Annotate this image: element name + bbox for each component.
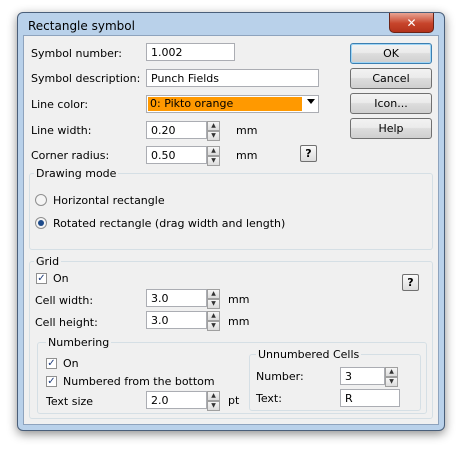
line-color-dropdown[interactable]: 0: Pikto orange	[146, 95, 319, 113]
unnumbered-number-spinner[interactable]: ▲ ▼	[385, 367, 398, 387]
symbol-number-label: Symbol number:	[31, 47, 122, 60]
cell-width-unit: mm	[228, 293, 250, 306]
symbol-number-input[interactable]: 1.002	[146, 43, 235, 61]
corner-radius-spinner[interactable]: ▲ ▼	[207, 146, 220, 166]
corner-radius-label: Corner radius:	[31, 149, 110, 162]
text-size-label: Text size	[46, 395, 94, 408]
help-button[interactable]: Help	[350, 118, 432, 139]
chevron-down-icon	[307, 99, 315, 104]
cell-height-label: Cell height:	[35, 316, 98, 329]
spin-down-icon[interactable]: ▼	[207, 299, 220, 309]
horizontal-rectangle-label[interactable]: Horizontal rectangle	[53, 194, 165, 207]
cell-height-unit: mm	[228, 315, 250, 328]
rotated-rectangle-label[interactable]: Rotated rectangle (drag width and length…	[53, 217, 285, 230]
spin-up-icon[interactable]: ▲	[385, 367, 398, 377]
spin-down-icon[interactable]: ▼	[207, 321, 220, 331]
unnumbered-text-label: Text:	[256, 392, 282, 405]
spin-down-icon[interactable]: ▼	[385, 377, 398, 387]
cell-height-spinner[interactable]: ▲ ▼	[207, 311, 220, 331]
close-icon: ✕	[406, 15, 417, 30]
spin-down-icon[interactable]: ▼	[207, 156, 220, 166]
icon-button[interactable]: Icon...	[350, 93, 432, 114]
text-size-spinner[interactable]: ▲ ▼	[207, 391, 220, 411]
spin-up-icon[interactable]: ▲	[207, 391, 220, 401]
radio-rotated-rectangle[interactable]	[35, 217, 47, 229]
unnumbered-number-label: Number:	[256, 370, 304, 383]
close-button[interactable]: ✕	[389, 13, 434, 33]
cancel-button[interactable]: Cancel	[350, 68, 432, 89]
text-size-input[interactable]: 2.0	[146, 391, 207, 409]
window-title: Rectangle symbol	[28, 19, 135, 33]
grid-help-button[interactable]: ?	[402, 274, 419, 291]
drawing-mode-title: Drawing mode	[34, 167, 119, 180]
dialog-window: Rectangle symbol ✕ Symbol number: 1.002 …	[17, 12, 445, 431]
spin-up-icon[interactable]: ▲	[207, 311, 220, 321]
numbered-from-bottom-label[interactable]: Numbered from the bottom	[63, 375, 215, 388]
corner-radius-help-button[interactable]: ?	[300, 145, 317, 162]
line-width-label: Line width:	[31, 124, 92, 137]
spin-up-icon[interactable]: ▲	[207, 289, 220, 299]
unnumbered-cells-title: Unnumbered Cells	[256, 348, 362, 361]
line-color-label: Line color:	[31, 98, 89, 111]
grid-on-checkbox[interactable]: ✓	[36, 273, 47, 284]
corner-radius-input[interactable]: 0.50	[146, 146, 207, 164]
radio-horizontal-rectangle[interactable]	[35, 194, 47, 206]
line-width-spinner[interactable]: ▲ ▼	[207, 121, 220, 141]
corner-radius-unit: mm	[236, 149, 258, 162]
cell-width-label: Cell width:	[35, 294, 94, 307]
dialog-client-area: Symbol number: 1.002 Symbol description:…	[23, 35, 439, 425]
grid-on-label[interactable]: On	[53, 272, 69, 285]
numbered-from-bottom-checkbox[interactable]: ✓	[46, 376, 57, 387]
spin-up-icon[interactable]: ▲	[207, 121, 220, 131]
line-width-input[interactable]: 0.20	[146, 121, 207, 139]
grid-title: Grid	[34, 255, 62, 268]
line-color-swatch: 0: Pikto orange	[148, 97, 302, 111]
symbol-description-label: Symbol description:	[31, 72, 141, 85]
unnumbered-text-input[interactable]: R	[340, 389, 400, 407]
numbering-title: Numbering	[46, 336, 112, 349]
question-icon: ?	[305, 147, 312, 160]
question-icon: ?	[407, 276, 414, 289]
spin-up-icon[interactable]: ▲	[207, 146, 220, 156]
text-size-unit: pt	[228, 394, 240, 407]
numbering-on-label[interactable]: On	[63, 357, 79, 370]
line-width-unit: mm	[236, 124, 258, 137]
numbering-on-checkbox[interactable]: ✓	[46, 358, 57, 369]
spin-down-icon[interactable]: ▼	[207, 131, 220, 141]
cell-height-input[interactable]: 3.0	[146, 311, 207, 329]
cell-width-spinner[interactable]: ▲ ▼	[207, 289, 220, 309]
cell-width-input[interactable]: 3.0	[146, 289, 207, 307]
unnumbered-number-input[interactable]: 3	[340, 367, 385, 385]
ok-button[interactable]: OK	[350, 43, 432, 64]
spin-down-icon[interactable]: ▼	[207, 401, 220, 411]
symbol-description-input[interactable]: Punch Fields	[146, 69, 319, 87]
drawing-mode-group	[29, 173, 433, 250]
